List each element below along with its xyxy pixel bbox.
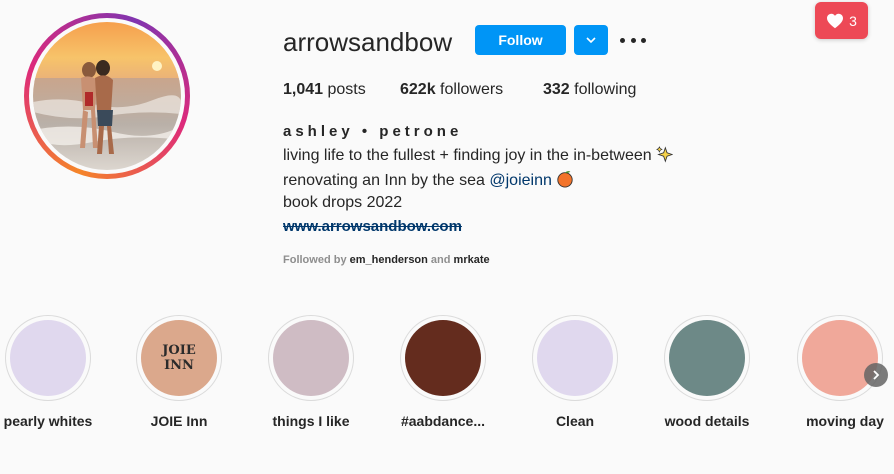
highlight-label: things I like bbox=[272, 413, 350, 429]
dot-icon bbox=[641, 37, 646, 43]
bio-line-2: renovating an Inn by the sea @joieinn bbox=[283, 170, 574, 190]
followed-by[interactable]: Followed by em_henderson and mrkate bbox=[283, 254, 490, 266]
following-link[interactable]: 332 following bbox=[543, 81, 636, 99]
highlight-cover bbox=[405, 320, 481, 396]
profile-website-link[interactable]: www.arrowsandbow.com bbox=[283, 218, 462, 235]
followers-count: 622k bbox=[400, 81, 436, 98]
notification-count: 3 bbox=[849, 12, 857, 29]
highlight-ring bbox=[268, 315, 354, 401]
joie-logo-bottom: INN bbox=[164, 358, 194, 373]
joie-logo-top: JOIE bbox=[162, 343, 196, 358]
more-options-button[interactable] bbox=[620, 30, 646, 50]
highlight-ring bbox=[400, 315, 486, 401]
highlight-ring bbox=[5, 315, 91, 401]
suggested-accounts-button[interactable] bbox=[574, 25, 608, 55]
highlight-cover bbox=[802, 320, 878, 396]
follow-button[interactable]: Follow bbox=[475, 25, 566, 55]
mention-link[interactable]: @joieinn bbox=[489, 172, 552, 189]
highlight-label: Clean bbox=[555, 413, 595, 429]
highlight-ring: JOIE INN bbox=[136, 315, 222, 401]
posts-stat: 1,041 posts bbox=[283, 81, 366, 99]
highlight-label: wood details bbox=[664, 413, 750, 429]
highlight-label: #aabdance... bbox=[400, 413, 486, 429]
highlight-ring bbox=[532, 315, 618, 401]
followers-link[interactable]: 622k followers bbox=[400, 81, 503, 99]
highlight-label: JOIE Inn bbox=[150, 413, 208, 429]
chevron-down-icon bbox=[586, 37, 596, 44]
following-count: 332 bbox=[543, 81, 570, 98]
profile-avatar-ring[interactable] bbox=[24, 13, 190, 179]
highlight-cover bbox=[273, 320, 349, 396]
highlight-cover bbox=[537, 320, 613, 396]
bio-line-1: living life to the fullest + finding joy… bbox=[283, 146, 674, 165]
avatar[interactable] bbox=[33, 22, 181, 170]
following-label: following bbox=[574, 81, 637, 98]
followed-by-connector: and bbox=[427, 254, 454, 266]
profile-full-name: ashley • petrone bbox=[283, 123, 463, 140]
posts-label: posts bbox=[327, 81, 366, 98]
chevron-right-icon bbox=[873, 370, 880, 380]
highlight-label: pearly whites bbox=[3, 413, 93, 429]
bio-line-3: book drops 2022 bbox=[283, 194, 403, 211]
highlight-label: moving day bbox=[806, 413, 884, 429]
posts-count: 1,041 bbox=[283, 81, 324, 98]
highlights-next-button[interactable] bbox=[864, 363, 888, 387]
sparkles-emoji-icon bbox=[656, 146, 674, 163]
highlight-cover: JOIE INN bbox=[141, 320, 217, 396]
heart-icon bbox=[827, 13, 844, 28]
highlight-ring bbox=[797, 315, 883, 401]
followers-label: followers bbox=[440, 81, 504, 98]
bio-line-2-text: renovating an Inn by the sea bbox=[283, 172, 490, 189]
avatar-photo-illustration bbox=[33, 22, 181, 170]
dot-icon bbox=[630, 37, 636, 43]
bio-line-1-text: living life to the fullest + finding joy… bbox=[283, 147, 652, 164]
profile-username: arrowsandbow bbox=[283, 27, 453, 57]
followed-by-user-2[interactable]: mrkate bbox=[454, 254, 490, 266]
highlight-ring bbox=[664, 315, 750, 401]
highlight-cover bbox=[669, 320, 745, 396]
activity-notification-badge[interactable]: 3 bbox=[815, 2, 868, 39]
highlight-cover bbox=[10, 320, 86, 396]
followed-by-user-1[interactable]: em_henderson bbox=[350, 254, 428, 266]
tangerine-emoji-icon bbox=[557, 171, 573, 188]
avatar-inner bbox=[29, 18, 185, 174]
dot-icon bbox=[620, 37, 625, 43]
followed-by-prefix: Followed by bbox=[283, 254, 350, 266]
